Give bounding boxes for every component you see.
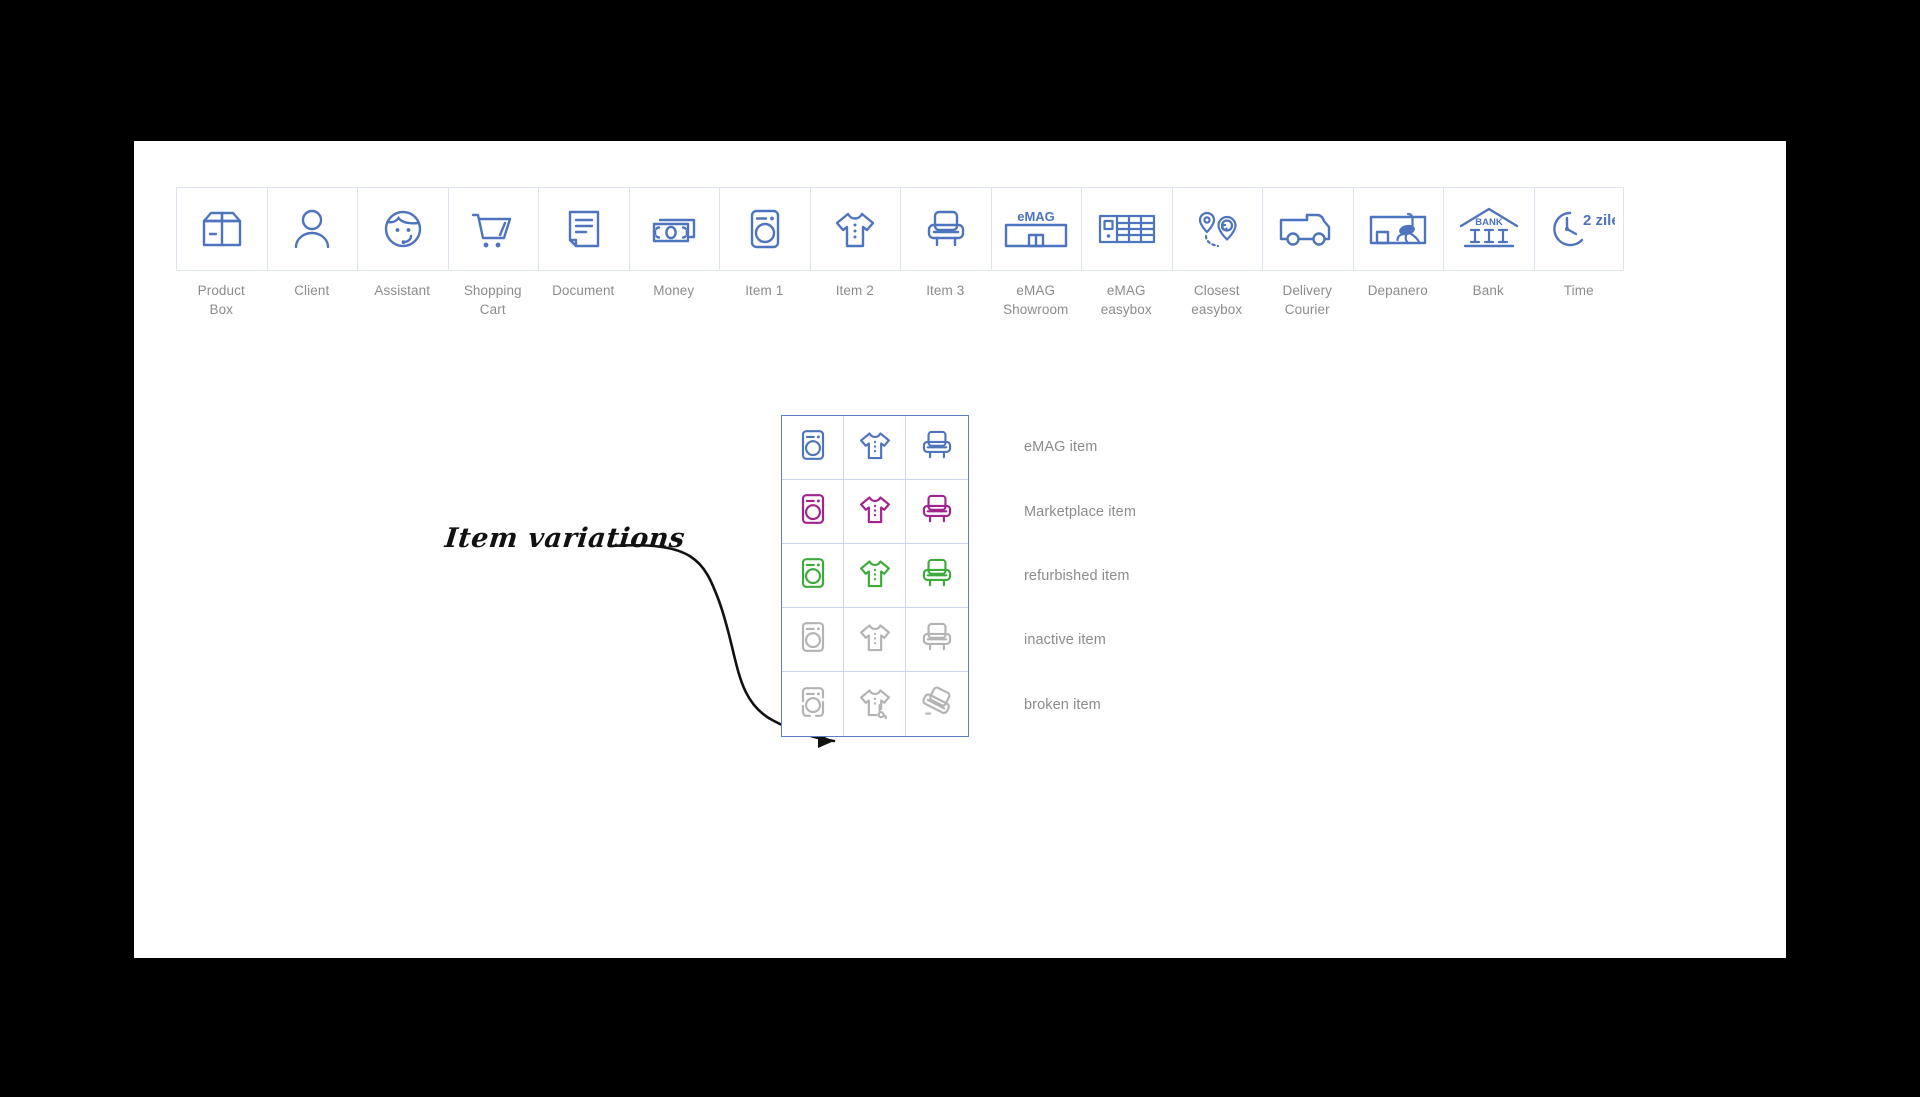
delivery-truck-icon — [1276, 203, 1340, 255]
icon-cell-depanero[interactable] — [1352, 187, 1443, 271]
strip-label-time: Time — [1563, 283, 1594, 298]
icon-cell-emag-showroom[interactable]: eMAG — [990, 187, 1081, 271]
strip-label-item-3: Item 3 — [926, 283, 965, 298]
variation-cell-marketplace-armchair[interactable] — [906, 480, 968, 544]
variation-cell-refurbished-armchair[interactable] — [906, 544, 968, 608]
closest-easybox-pin-icon — [1189, 203, 1245, 255]
emag-easybox-icon — [1095, 203, 1159, 255]
tshirt-icon — [855, 617, 895, 662]
variation-cell-broken-armchair[interactable] — [906, 672, 968, 736]
icon-cell-emag-easybox[interactable] — [1081, 187, 1172, 271]
depanero-ostrich-icon — [1366, 203, 1430, 255]
strip-label-money: Money — [653, 283, 695, 298]
variation-cell-inactive-washing-machine[interactable] — [782, 608, 844, 672]
variation-label-inactive-item: inactive item — [1024, 632, 1106, 649]
money-banknote-icon — [648, 203, 700, 255]
washing-machine-icon — [793, 617, 833, 662]
strip-label-assistant: Assistant — [374, 283, 431, 298]
icon-cell-time[interactable]: 2 zile — [1533, 187, 1624, 271]
icon-cell-item-1[interactable] — [719, 187, 810, 271]
icon-cell-delivery-courier[interactable] — [1262, 187, 1353, 271]
tshirt-icon — [855, 489, 895, 534]
icon-cell-client[interactable] — [266, 187, 357, 271]
variation-cell-emag-armchair[interactable] — [906, 416, 968, 480]
document-icon — [558, 203, 610, 255]
slide-canvas: eMAG BANK 2 zil Product Box Client Assis… — [134, 141, 1786, 958]
strip-label-depanero: Depanero — [1367, 283, 1428, 298]
armchair-icon — [917, 617, 957, 662]
tshirt-icon — [855, 425, 895, 470]
icon-strip-labels: Product Box Client Assistant Shopping Cart… — [176, 281, 1624, 319]
broken-armchair-icon — [917, 682, 957, 727]
variation-cell-broken-washing-machine[interactable] — [782, 672, 844, 736]
icon-cell-assistant[interactable] — [357, 187, 448, 271]
strip-label-closest-easybox: Closest easybox — [1191, 283, 1243, 317]
variation-cell-marketplace-washing-machine[interactable] — [782, 480, 844, 544]
icon-cell-item-2[interactable] — [809, 187, 900, 271]
variation-label-broken-item: broken item — [1024, 696, 1101, 713]
variation-label-emag-item: eMAG item — [1024, 439, 1098, 456]
icon-cell-document[interactable] — [538, 187, 629, 271]
strip-label-emag-easybox: eMAG easybox — [1100, 283, 1152, 317]
icon-cell-product-box[interactable] — [176, 187, 267, 271]
washing-machine-icon — [793, 425, 833, 470]
washing-machine-icon — [793, 489, 833, 534]
svg-text:BANK: BANK — [1475, 217, 1503, 228]
washing-machine-icon — [739, 203, 791, 255]
strip-label-shopping-cart: Shopping Cart — [463, 283, 522, 317]
tshirt-icon — [855, 553, 895, 598]
strip-label-delivery-courier: Delivery Courier — [1282, 283, 1333, 317]
strip-label-product-box: Product Box — [197, 283, 245, 317]
item-variations-grid — [781, 415, 969, 737]
tshirt-icon — [829, 203, 881, 255]
bank-icon: BANK — [1457, 203, 1521, 255]
strip-label-client: Client — [294, 283, 330, 298]
strip-label-item-1: Item 1 — [745, 283, 784, 298]
armchair-icon — [920, 203, 972, 255]
icon-cell-closest-easybox[interactable] — [1171, 187, 1262, 271]
armchair-icon — [917, 553, 957, 598]
strip-label-item-2: Item 2 — [835, 283, 874, 298]
variation-label-refurbished-item: refurbished item — [1024, 567, 1130, 584]
shopping-cart-icon — [467, 203, 519, 255]
icon-cell-bank[interactable]: BANK — [1443, 187, 1534, 271]
torn-tshirt-icon — [855, 682, 895, 727]
variation-cell-broken-tshirt[interactable] — [844, 672, 906, 736]
strip-label-document: Document — [552, 283, 615, 298]
variation-cell-refurbished-washing-machine[interactable] — [782, 544, 844, 608]
svg-text:2 zile: 2 zile — [1583, 212, 1615, 229]
broken-washing-machine-icon — [793, 682, 833, 727]
icon-cell-money[interactable] — [628, 187, 719, 271]
variation-cell-emag-tshirt[interactable] — [844, 416, 906, 480]
strip-label-emag-showroom: eMAG Showroom — [1003, 283, 1069, 317]
assistant-headset-icon — [377, 203, 429, 255]
washing-machine-icon — [793, 553, 833, 598]
icon-cell-shopping-cart[interactable] — [447, 187, 538, 271]
client-person-icon — [286, 203, 338, 255]
variation-label-marketplace-item: Marketplace item — [1024, 503, 1136, 520]
item-variations-labels: eMAG item Marketplace item refurbished i… — [1024, 415, 1324, 737]
emag-showroom-icon: eMAG — [1000, 203, 1072, 255]
armchair-icon — [917, 425, 957, 470]
variation-cell-marketplace-tshirt[interactable] — [844, 480, 906, 544]
armchair-icon — [917, 489, 957, 534]
icon-cell-item-3[interactable] — [900, 187, 991, 271]
product-box-icon — [196, 203, 248, 255]
clock-time-icon: 2 zile — [1543, 203, 1615, 255]
annotation-text: Item variations — [443, 523, 687, 554]
variation-cell-inactive-armchair[interactable] — [906, 608, 968, 672]
strip-label-bank: Bank — [1472, 283, 1504, 298]
svg-text:eMAG: eMAG — [1017, 209, 1055, 224]
icon-strip: eMAG BANK 2 zil — [176, 187, 1624, 271]
variation-cell-emag-washing-machine[interactable] — [782, 416, 844, 480]
variation-cell-inactive-tshirt[interactable] — [844, 608, 906, 672]
variation-cell-refurbished-tshirt[interactable] — [844, 544, 906, 608]
